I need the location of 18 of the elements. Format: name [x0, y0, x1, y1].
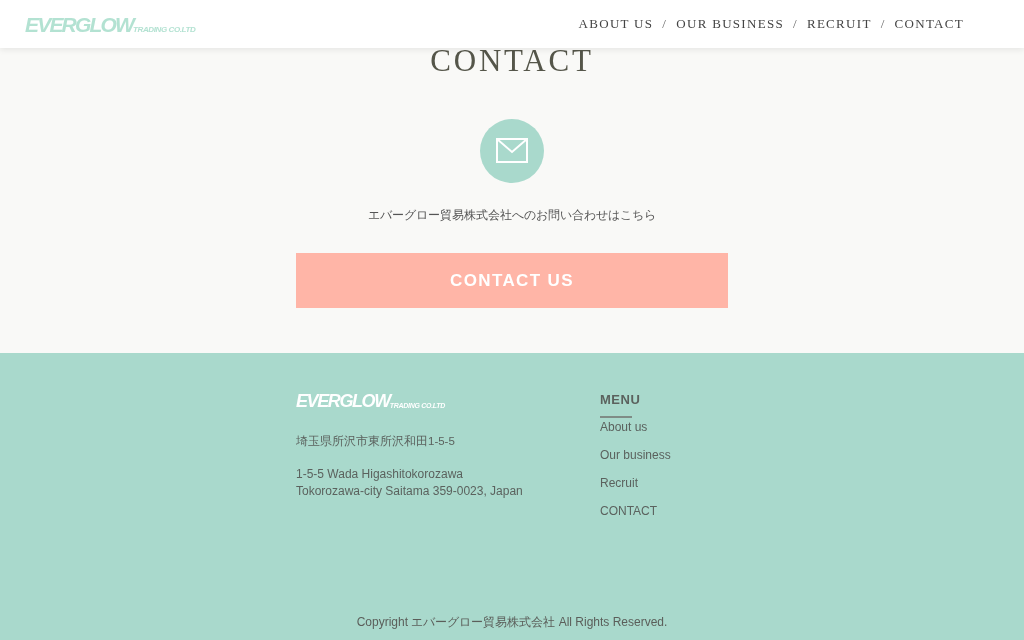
contact-message: エバーグロー貿易株式会社へのお問い合わせはこちら	[368, 207, 656, 224]
address-english: 1-5-5 Wada Higashitokorozawa Tokorozawa-city Saitama 359-0023, Japan	[296, 466, 523, 500]
nav-separator: /	[880, 15, 886, 34]
footer-menu-link[interactable]: About us	[600, 419, 648, 435]
nav-separator: /	[662, 15, 668, 34]
section-title: CONTACT	[430, 48, 594, 74]
nav-link[interactable]: RECRUIT	[806, 14, 872, 34]
menu-heading: MENU	[600, 392, 641, 408]
nav-link[interactable]: OUR BUSINESS	[676, 14, 784, 34]
copyright-text: Copyright エバーグロー貿易株式会社 All Rights Reserved.	[356, 614, 668, 630]
footer-menu-link[interactable]: Our business	[600, 447, 671, 463]
footer-menu-link[interactable]: CONTACT	[600, 503, 658, 519]
footer-menu-link[interactable]: Recruit	[600, 475, 638, 491]
mail-icon	[480, 119, 544, 183]
nav-link[interactable]: CONTACT	[894, 14, 964, 34]
nav-link[interactable]: ABOUT US	[578, 14, 654, 34]
nav-separator: /	[793, 15, 798, 34]
address-japanese: 埼玉県所沢市東所沢和田1-5-5	[296, 434, 455, 449]
